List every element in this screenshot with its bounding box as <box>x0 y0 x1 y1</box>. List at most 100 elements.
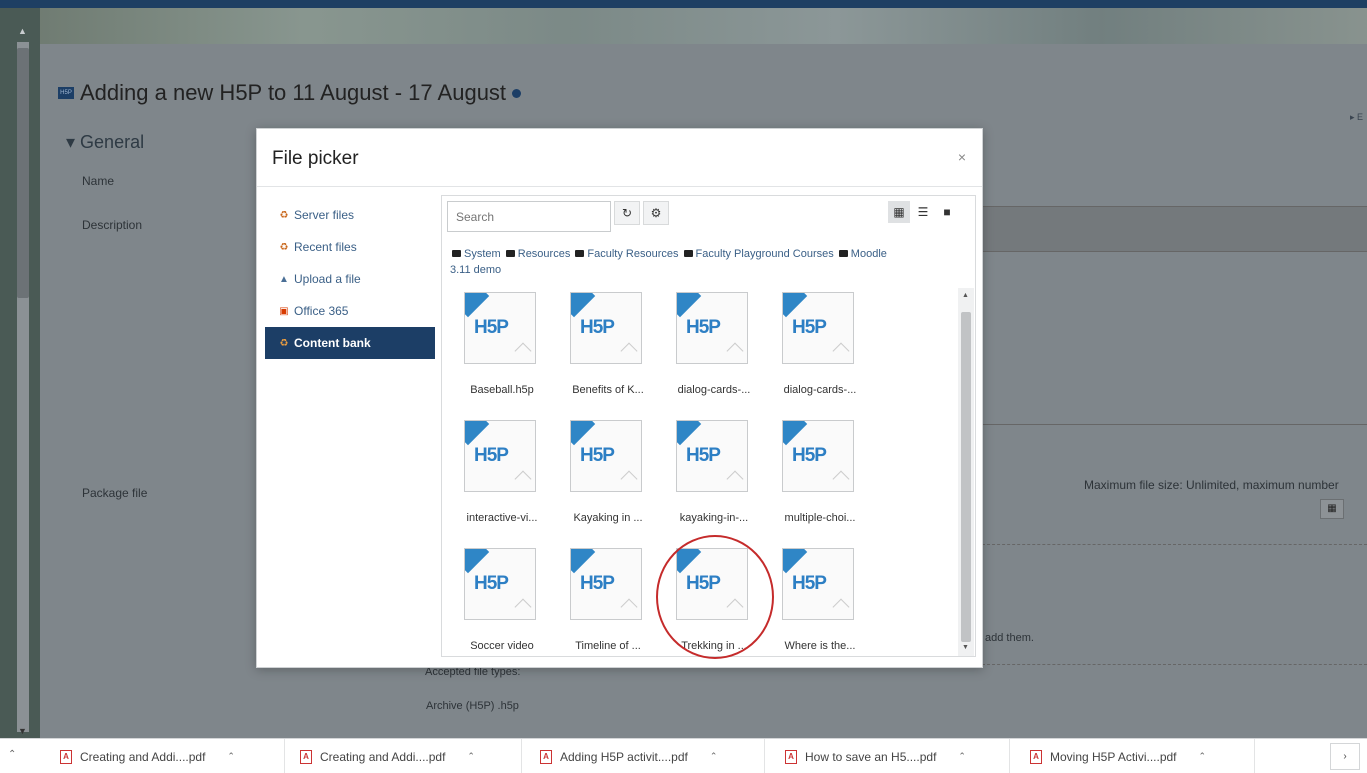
h5p-badge-icon: H5P <box>58 87 74 99</box>
close-icon[interactable]: × <box>958 149 966 165</box>
folder-icon <box>452 250 461 257</box>
file-name: Kayaking in ... <box>573 512 643 524</box>
file-item[interactable]: H5P Trekking in ... <box>664 548 764 658</box>
repo-content-bank[interactable]: ♻ Content bank <box>265 327 435 359</box>
repo-recent-files[interactable]: ♻ Recent files <box>265 231 435 263</box>
h5p-file-icon: H5P <box>676 292 748 364</box>
help-icon[interactable] <box>512 88 522 98</box>
repo-server-files[interactable]: ♻ Server files <box>265 199 435 231</box>
expand-all-link[interactable]: ▸ E <box>1350 112 1363 123</box>
file-item[interactable]: H5P Benefits of K... <box>558 292 658 412</box>
folder-icon <box>505 250 515 257</box>
pdf-icon: A <box>540 749 552 764</box>
description-editor[interactable] <box>982 206 1367 252</box>
h5p-file-icon: H5P <box>676 548 748 620</box>
file-item[interactable]: H5P Soccer video <box>452 548 552 658</box>
package-file-label: Package file <box>82 486 148 500</box>
scrollbar-thumb[interactable] <box>961 312 971 642</box>
upload-icon: ▲ <box>279 273 289 285</box>
file-grid-scrollbar[interactable]: ▲ ▼ <box>958 288 974 656</box>
dropzone-text: add them. <box>985 632 1034 644</box>
top-bar <box>0 0 1367 8</box>
section-general-label[interactable]: General <box>80 132 144 152</box>
h5p-file-icon: H5P <box>570 420 642 492</box>
dialog-title: File picker <box>272 148 359 169</box>
search-input[interactable] <box>447 201 611 232</box>
show-all-button[interactable]: › <box>1330 743 1360 770</box>
content-bank-icon: ♻ <box>279 337 289 349</box>
dialog-header: File picker × <box>257 129 982 187</box>
page-title: H5P Adding a new H5P to 11 August - 17 A… <box>58 80 522 106</box>
file-item[interactable]: H5P dialog-cards-... <box>770 292 870 412</box>
breadcrumb-item[interactable]: Faculty Playground Courses <box>696 248 834 260</box>
download-item[interactable]: A Creating and Addi....pdf ⌃ <box>290 739 522 773</box>
folder-icon <box>838 250 848 257</box>
download-item[interactable]: A How to save an H5....pdf ⌃ <box>775 739 1010 773</box>
office-icon: ▣ <box>279 305 289 317</box>
chevron-up-icon[interactable]: ⌃ <box>467 751 475 762</box>
file-item[interactable]: H5P Where is the... <box>770 548 870 658</box>
breadcrumb-item[interactable]: Resources <box>518 248 571 260</box>
downloads-bar: ⌃ A Creating and Addi....pdf ⌃ A Creating a… <box>0 738 1367 773</box>
scroll-down-icon[interactable]: ▼ <box>962 644 969 651</box>
repo-label: Recent files <box>294 240 357 254</box>
repository-list: ♻ Server files ♻ Recent files ▲ Upload a fi… <box>265 199 435 359</box>
h5p-file-icon: H5P <box>464 548 536 620</box>
repo-office-365[interactable]: ▣ Office 365 <box>265 295 435 327</box>
file-item[interactable]: H5P Baseball.h5p <box>452 292 552 412</box>
pdf-icon: A <box>300 749 312 764</box>
repo-label: Upload a file <box>294 272 361 286</box>
dropzone-bottom <box>982 664 1367 665</box>
breadcrumb-item[interactable]: System <box>464 248 501 260</box>
file-grid: H5P Baseball.h5p H5P Benefits of K... H5P d… <box>442 288 958 658</box>
download-name: Creating and Addi....pdf <box>80 749 206 764</box>
download-item[interactable]: A Moving H5P Activi....pdf ⌃ <box>1020 739 1255 773</box>
divider <box>982 424 1367 425</box>
section-general[interactable]: ▾ General <box>66 132 144 153</box>
chevron-up-icon[interactable]: ⌃ <box>958 751 966 762</box>
folder-icon <box>575 250 585 257</box>
download-item[interactable]: A Adding H5P activit....pdf ⌃ <box>530 739 765 773</box>
chevron-up-icon[interactable]: ⌃ <box>8 749 16 760</box>
tree-view-icon[interactable]: ■ <box>936 201 958 223</box>
scrollbar-thumb[interactable] <box>17 48 29 298</box>
file-item[interactable]: H5P kayaking-in-... <box>664 420 764 540</box>
hero-banner <box>40 8 1367 44</box>
download-name: Adding H5P activit....pdf <box>560 749 688 764</box>
pdf-icon: A <box>785 749 797 764</box>
h5p-file-icon: H5P <box>676 420 748 492</box>
file-name: Timeline of ... <box>575 640 641 652</box>
file-item[interactable]: H5P Timeline of ... <box>558 548 658 658</box>
scroll-down-icon[interactable]: ▼ <box>18 726 27 736</box>
list-view-icon[interactable]: ☰ <box>912 201 934 223</box>
file-manager-toolbar: ↻ ⚙ ▦ ☰ ■ <box>442 196 975 246</box>
file-name: dialog-cards-... <box>783 384 857 396</box>
page-scrollbar[interactable]: ▲ ▼ <box>0 8 40 738</box>
file-item[interactable]: H5P interactive-vi... <box>452 420 552 540</box>
file-name: multiple-choi... <box>784 512 856 524</box>
scroll-up-icon[interactable]: ▲ <box>18 26 27 36</box>
h5p-file-icon: H5P <box>782 420 854 492</box>
scroll-up-icon[interactable]: ▲ <box>962 292 969 299</box>
chevron-up-icon[interactable]: ⌃ <box>710 751 718 762</box>
file-item[interactable]: H5P multiple-choi... <box>770 420 870 540</box>
page-title-text: Adding a new H5P to 11 August - 17 Augus… <box>80 80 507 105</box>
file-item[interactable]: H5P dialog-cards-... <box>664 292 764 412</box>
icon-view-icon[interactable]: ▦ <box>888 201 910 223</box>
download-item[interactable]: A Creating and Addi....pdf ⌃ <box>50 739 285 773</box>
file-item[interactable]: H5P Kayaking in ... <box>558 420 658 540</box>
dropzone-top <box>982 544 1367 545</box>
repo-upload-file[interactable]: ▲ Upload a file <box>265 263 435 295</box>
chevron-up-icon[interactable]: ⌃ <box>227 751 235 762</box>
download-name: How to save an H5....pdf <box>805 749 937 764</box>
grid-view-icon[interactable]: ▦ <box>1320 499 1344 519</box>
settings-icon[interactable]: ⚙ <box>643 201 669 225</box>
breadcrumb-item[interactable]: Faculty Resources <box>587 248 678 260</box>
chevron-up-icon[interactable]: ⌃ <box>1199 751 1207 762</box>
repo-label: Office 365 <box>294 304 349 318</box>
file-name: interactive-vi... <box>466 512 538 524</box>
file-name: Baseball.h5p <box>470 384 534 396</box>
accepted-types-value: Archive (H5P) .h5p <box>426 700 519 712</box>
file-name: Where is the... <box>784 640 856 652</box>
refresh-icon[interactable]: ↻ <box>614 201 640 225</box>
